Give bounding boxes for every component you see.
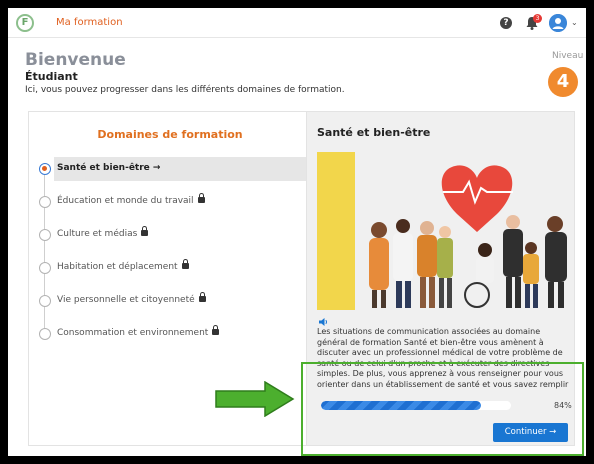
domain-label: Consommation et environnement xyxy=(57,328,209,338)
top-bar: F Ma formation ? 3 ⌄ xyxy=(8,8,586,38)
domain-item-sante[interactable]: Santé et bien-être → xyxy=(54,157,311,181)
notification-badge: 3 xyxy=(533,14,542,23)
lock-icon xyxy=(197,193,205,203)
app-title-link[interactable]: Ma formation xyxy=(56,17,123,28)
intro-text: Ici, vous pouvez progresser dans les dif… xyxy=(25,85,345,95)
domain-label: Vie personnelle et citoyenneté xyxy=(57,295,195,305)
domain-item-consommation[interactable]: Consommation et environnement xyxy=(39,322,307,346)
user-role: Étudiant xyxy=(25,70,78,83)
highlight-box xyxy=(301,362,584,456)
domain-radio[interactable] xyxy=(39,229,51,241)
domain-radio[interactable] xyxy=(39,196,51,208)
domain-item-culture[interactable]: Culture et médias xyxy=(39,223,307,247)
domains-title: Domaines de formation xyxy=(97,128,243,141)
detail-title: Santé et bien-être xyxy=(317,126,431,139)
app-window: F Ma formation ? 3 ⌄ Bienvenue Étudiant … xyxy=(8,8,586,456)
domain-label: Habitation et déplacement xyxy=(57,262,178,272)
user-icon[interactable] xyxy=(549,14,567,32)
health-community-illustration xyxy=(317,152,567,310)
domain-radio-sante[interactable] xyxy=(39,163,51,175)
level-badge: 4 xyxy=(548,67,578,97)
domain-item-vie-personnelle[interactable]: Vie personnelle et citoyenneté xyxy=(39,289,307,313)
domain-label: Éducation et monde du travail xyxy=(57,196,194,206)
help-icon[interactable]: ? xyxy=(500,17,512,29)
domain-item-habitation[interactable]: Habitation et déplacement xyxy=(39,256,307,280)
lock-icon xyxy=(141,226,149,236)
domain-label: Santé et bien-être xyxy=(57,163,150,173)
chevron-down-icon[interactable]: ⌄ xyxy=(571,18,578,27)
logo-icon[interactable]: F xyxy=(16,14,34,32)
domain-item-education[interactable]: Éducation et monde du travail xyxy=(39,190,307,214)
domain-radio[interactable] xyxy=(39,262,51,274)
domain-label: Culture et médias xyxy=(57,229,138,239)
lock-icon xyxy=(198,292,206,302)
speaker-icon[interactable] xyxy=(318,317,328,327)
arrow-right-icon: → xyxy=(152,163,161,173)
arrow-right-icon xyxy=(215,381,295,417)
page-title: Bienvenue xyxy=(25,50,126,70)
domain-radio[interactable] xyxy=(39,328,51,340)
domain-radio[interactable] xyxy=(39,295,51,307)
level-label: Niveau xyxy=(552,51,584,61)
lock-icon xyxy=(212,325,220,335)
lock-icon xyxy=(181,259,189,269)
